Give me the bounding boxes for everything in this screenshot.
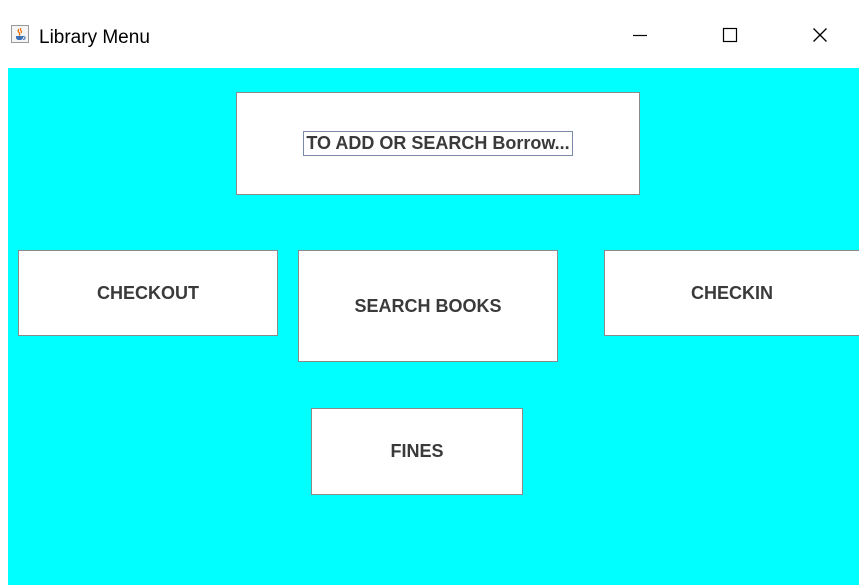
fines-button[interactable]: FINES bbox=[311, 408, 523, 495]
checkout-button-label: CHECKOUT bbox=[97, 282, 199, 303]
close-icon bbox=[813, 28, 827, 42]
checkin-button[interactable]: CHECKIN bbox=[604, 250, 859, 336]
fines-button-label: FINES bbox=[390, 441, 444, 461]
maximize-icon bbox=[722, 27, 738, 43]
checkin-button-label: CHECKIN bbox=[690, 282, 773, 303]
borrower-button[interactable]: TO ADD OR SEARCH Borrow... bbox=[236, 92, 640, 195]
borrower-button-label: TO ADD OR SEARCH Borrow... bbox=[303, 131, 573, 156]
window-title: Library Menu bbox=[39, 27, 150, 48]
maximize-button[interactable] bbox=[707, 18, 753, 52]
close-button[interactable] bbox=[797, 18, 843, 52]
checkout-button[interactable]: CHECKOUT bbox=[18, 250, 278, 336]
search-books-button[interactable]: SEARCH BOOKS bbox=[298, 250, 558, 362]
title-bar[interactable]: Library Menu bbox=[0, 0, 859, 68]
search-books-button-label: SEARCH BOOKS bbox=[354, 295, 502, 316]
minimize-icon bbox=[633, 34, 647, 37]
java-cup-icon bbox=[11, 25, 29, 43]
minimize-button[interactable] bbox=[617, 18, 663, 52]
content-pane: TO ADD OR SEARCH Borrow... CHECKOUT SEAR… bbox=[8, 68, 859, 585]
